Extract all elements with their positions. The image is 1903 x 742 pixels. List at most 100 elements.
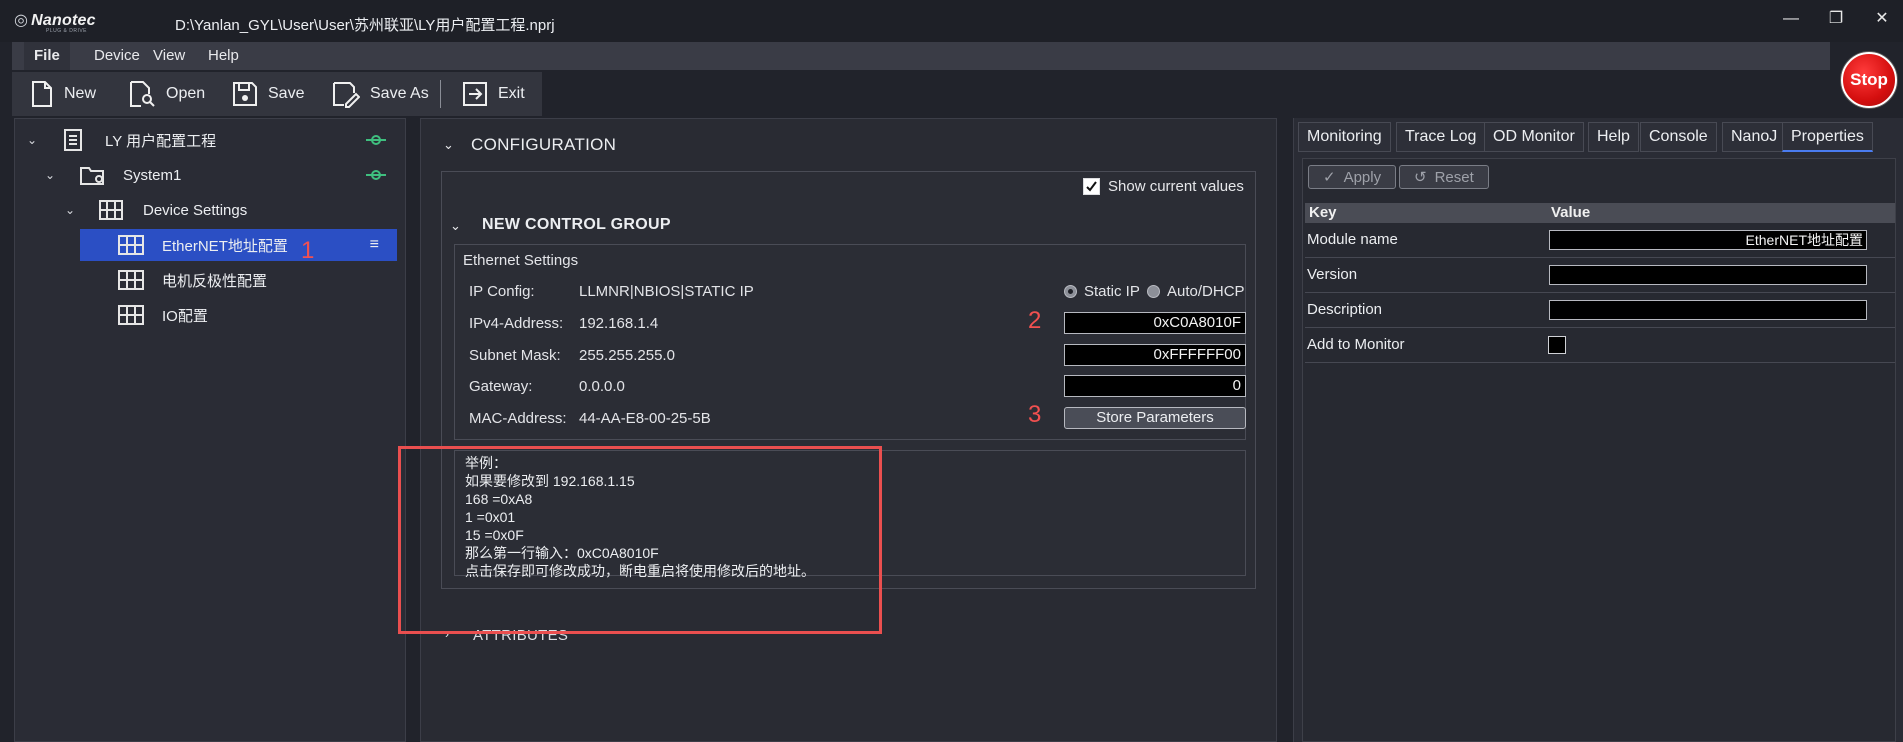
- subnet-mask-input[interactable]: 0xFFFFFF00: [1064, 344, 1246, 366]
- gateway-value: 0.0.0.0: [579, 378, 625, 395]
- save-as-label: Save As: [370, 85, 429, 102]
- tab-trace-log[interactable]: Trace Log: [1396, 122, 1486, 152]
- exit-label: Exit: [498, 85, 525, 102]
- table-row: Description: [1305, 293, 1895, 328]
- chevron-down-icon[interactable]: ⌄: [65, 203, 75, 217]
- checkbox-checked-icon: [1083, 178, 1100, 195]
- static-ip-label: Static IP: [1084, 283, 1140, 300]
- menu-device[interactable]: Device: [84, 42, 150, 70]
- annotation-highlight-box: [398, 446, 882, 634]
- stop-button[interactable]: Stop: [1841, 52, 1897, 108]
- ethernet-settings-box: Ethernet Settings IP Config: LLMNR|NBIOS…: [454, 244, 1246, 440]
- module-name-input[interactable]: EtherNET地址配置: [1549, 230, 1867, 250]
- subnet-mask-value: 255.255.255.0: [579, 347, 675, 364]
- property-key: Module name: [1307, 231, 1398, 248]
- open-button[interactable]: Open: [128, 72, 205, 116]
- close-icon: ✕: [1875, 10, 1889, 27]
- new-button[interactable]: New: [30, 72, 96, 116]
- description-input[interactable]: [1549, 300, 1867, 320]
- menu-view[interactable]: View: [143, 42, 195, 70]
- grid-icon: [118, 270, 144, 290]
- tab-nanoj[interactable]: NanoJ: [1722, 122, 1787, 152]
- table-row: Add to Monitor: [1305, 328, 1895, 363]
- minimize-icon: —: [1783, 10, 1799, 27]
- auto-dhcp-label: Auto/DHCP: [1167, 283, 1245, 300]
- chevron-down-icon[interactable]: ⌄: [45, 168, 55, 182]
- project-path: D:\Yanlan_GYL\User\User\苏州联亚\LY用户配置工程.np…: [175, 17, 555, 34]
- brand-subtitle: PLUG & DRIVE: [46, 28, 88, 34]
- mac-address-value: 44-AA-E8-00-25-5B: [579, 410, 711, 427]
- radio-selected-icon: [1064, 285, 1077, 298]
- tree-item-system[interactable]: ⌄ System1: [15, 159, 405, 191]
- version-input[interactable]: [1549, 265, 1867, 285]
- maximize-button[interactable]: ❐: [1816, 7, 1856, 31]
- tree-label-io: IO配置: [162, 307, 208, 325]
- control-group-title[interactable]: NEW CONTROL GROUP: [482, 216, 671, 234]
- save-label: Save: [268, 85, 305, 102]
- save-as-button[interactable]: Save As: [332, 72, 429, 116]
- tree-label-device-settings: Device Settings: [143, 201, 248, 219]
- tab-help[interactable]: Help: [1588, 122, 1639, 152]
- system-folder-icon: [80, 167, 104, 185]
- tab-od-monitor[interactable]: OD Monitor: [1484, 122, 1584, 152]
- configuration-header[interactable]: CONFIGURATION: [471, 135, 616, 155]
- close-button[interactable]: ✕: [1862, 7, 1902, 31]
- properties-table-header: Key Value: [1305, 203, 1895, 223]
- grid-icon: [118, 235, 144, 255]
- gateway-input[interactable]: 0: [1064, 375, 1246, 397]
- tree-item-motor-polarity[interactable]: 电机反极性配置: [15, 264, 405, 296]
- menu-file[interactable]: File: [24, 42, 70, 70]
- add-to-monitor-checkbox[interactable]: [1548, 336, 1566, 354]
- nanotec-logo: ◎ Nanotec: [14, 10, 96, 30]
- title-bar: ◎ Nanotec PLUG & DRIVE D:\Yanlan_GYL\User…: [0, 0, 1903, 42]
- exit-button[interactable]: Exit: [462, 72, 525, 116]
- open-file-icon: [130, 81, 155, 107]
- link-connected-icon: [366, 170, 386, 180]
- configuration-panel: ⌄ CONFIGURATION Show current values ⌄ NE…: [420, 118, 1277, 742]
- menu-bar: File Device View Help: [12, 42, 1830, 70]
- store-parameters-button[interactable]: Store Parameters: [1064, 407, 1246, 429]
- apply-button[interactable]: ✓ Apply: [1308, 165, 1397, 189]
- table-row: Version: [1305, 258, 1895, 293]
- reset-button[interactable]: ↺ Reset: [1399, 165, 1489, 189]
- tree-label-ethernet: EtherNET地址配置: [162, 237, 288, 255]
- chevron-down-icon[interactable]: ⌄: [27, 133, 37, 147]
- static-ip-radio[interactable]: Static IP: [1064, 283, 1140, 300]
- ipv4-address-input[interactable]: 0xC0A8010F: [1064, 312, 1246, 334]
- ipv4-address-label: IPv4-Address:: [469, 315, 564, 332]
- link-connected-icon: [366, 135, 386, 145]
- column-key: Key: [1309, 204, 1337, 221]
- new-file-icon: [32, 81, 52, 107]
- annotation-number-1: 1: [301, 237, 315, 264]
- tree-item-ethernet-config[interactable]: EtherNET地址配置 ≡: [80, 229, 397, 261]
- table-row: Module name EtherNET地址配置: [1305, 223, 1895, 258]
- grid-icon: [99, 200, 123, 220]
- tree-item-device-settings[interactable]: ⌄ Device Settings: [15, 194, 405, 226]
- show-current-values-checkbox[interactable]: Show current values: [1083, 178, 1244, 195]
- ipv4-address-value: 192.168.1.4: [579, 315, 659, 332]
- check-icon: ✓: [1323, 169, 1336, 186]
- save-disk-icon: [233, 82, 257, 106]
- chevron-down-icon[interactable]: ⌄: [450, 218, 461, 234]
- chevron-down-icon[interactable]: ⌄: [443, 137, 454, 153]
- tab-console[interactable]: Console: [1640, 122, 1717, 152]
- gateway-label: Gateway:: [469, 378, 533, 395]
- annotation-number-3: 3: [1028, 401, 1042, 428]
- save-as-icon: [333, 82, 360, 108]
- property-key: Add to Monitor: [1307, 336, 1405, 353]
- ethernet-settings-title: Ethernet Settings: [463, 252, 579, 269]
- tab-properties[interactable]: Properties: [1782, 122, 1873, 152]
- auto-dhcp-radio[interactable]: Auto/DHCP: [1147, 283, 1245, 300]
- reset-label: Reset: [1434, 168, 1474, 186]
- menu-help[interactable]: Help: [198, 42, 249, 70]
- minimize-button[interactable]: —: [1771, 7, 1811, 31]
- save-button[interactable]: Save: [232, 72, 304, 116]
- properties-area: ✓ Apply ↺ Reset Key Value Module name Et…: [1302, 158, 1896, 742]
- tree-item-project[interactable]: ⌄ LY 用户配置工程: [15, 124, 405, 156]
- tree-item-io-config[interactable]: IO配置: [15, 299, 405, 331]
- tab-monitoring[interactable]: Monitoring: [1298, 122, 1391, 152]
- mac-address-label: MAC-Address:: [469, 410, 567, 427]
- hamburger-menu-icon[interactable]: ≡: [370, 236, 379, 254]
- brand-name: Nanotec: [31, 12, 96, 29]
- annotation-number-2: 2: [1028, 307, 1042, 334]
